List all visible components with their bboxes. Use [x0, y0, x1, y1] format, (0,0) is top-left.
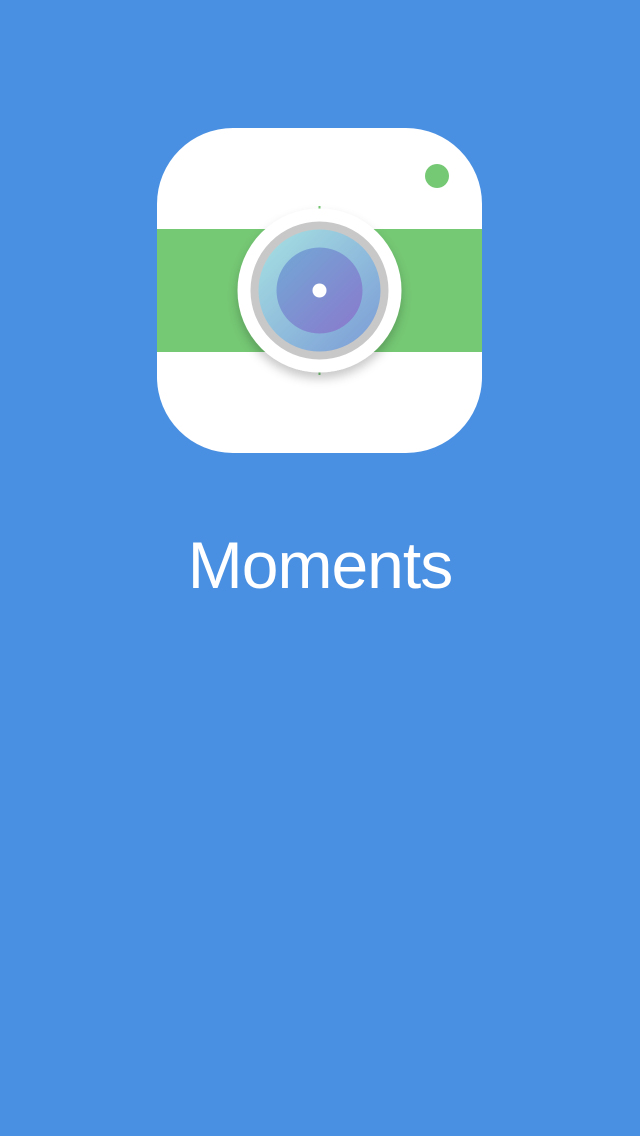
- camera-app-icon: [157, 128, 482, 453]
- camera-lens-icon: [237, 208, 402, 373]
- splash-screen: Moments: [0, 0, 640, 1136]
- lens-center-dot: [312, 283, 327, 298]
- app-title: Moments: [187, 528, 453, 602]
- camera-indicator-dot: [425, 164, 449, 188]
